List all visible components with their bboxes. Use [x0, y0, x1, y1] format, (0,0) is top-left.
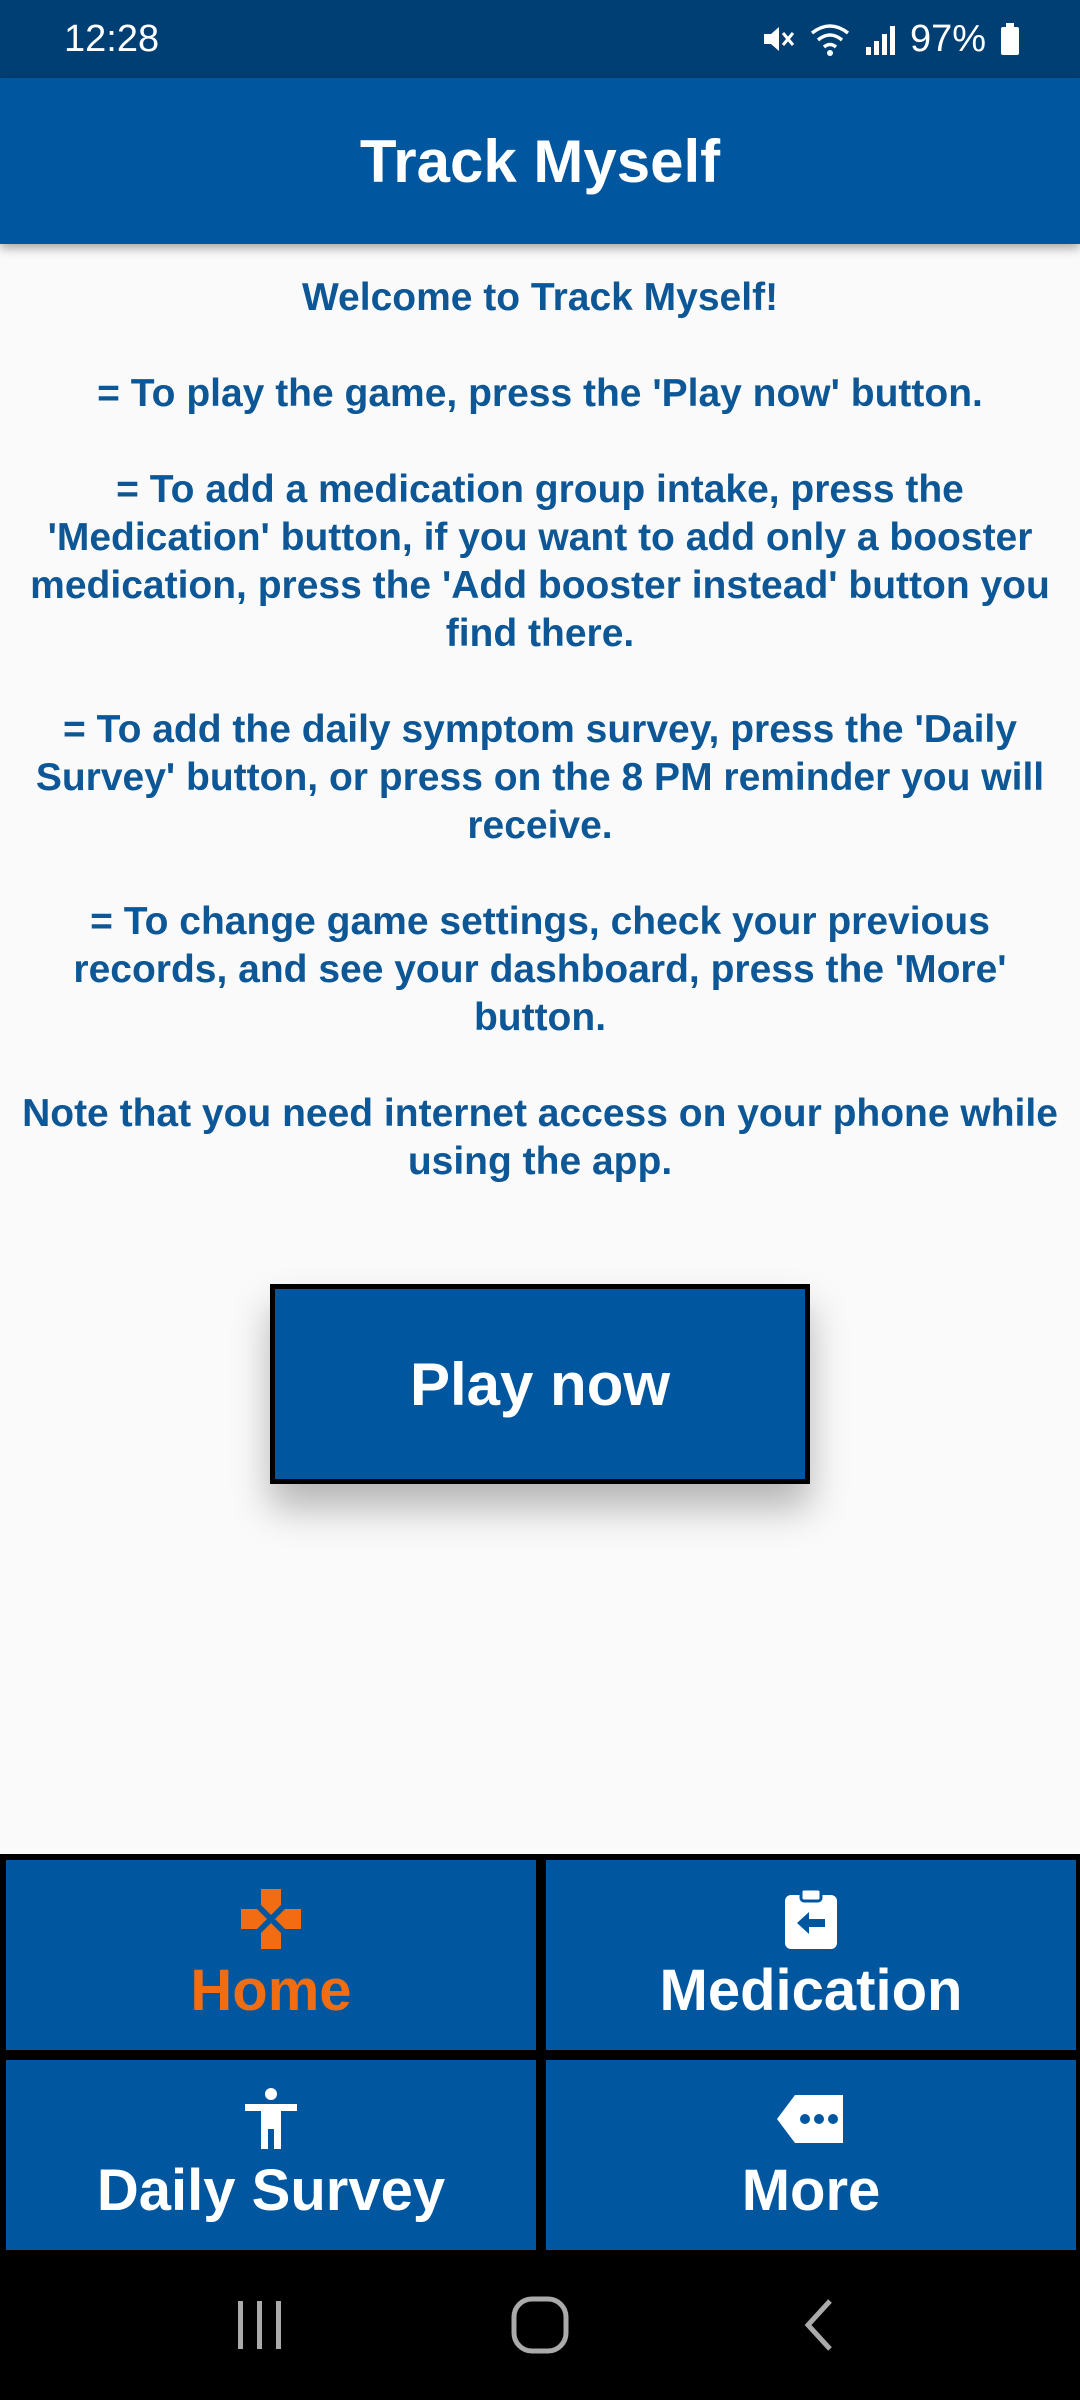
nav-medication-button[interactable]: Medication [546, 1860, 1076, 2050]
survey-instruction: = To add the daily symptom survey, press… [35, 708, 1045, 847]
settings-instruction: = To change game settings, check your pr… [73, 900, 1007, 1039]
app-bar: Track Myself [0, 78, 1080, 244]
recent-apps-button[interactable] [200, 2265, 320, 2385]
play-now-button[interactable]: Play now [270, 1284, 810, 1484]
nav-home-label: Home [190, 1957, 352, 2023]
internet-note: Note that you need internet access on yo… [22, 1092, 1058, 1183]
welcome-text: Welcome to Track Myself! [301, 276, 779, 319]
main-content: Welcome to Track Myself! = To play the g… [0, 244, 1080, 1854]
back-chevron-icon [804, 2299, 832, 2351]
play-instruction: = To play the game, press the 'Play now'… [97, 372, 983, 415]
nav-more-label: More [741, 2157, 881, 2223]
bottom-nav: Home Medication Daily Survey More [0, 1854, 1080, 2250]
mute-icon [760, 21, 796, 57]
recent-apps-icon [238, 2301, 281, 2349]
nav-daily-survey-label: Daily Survey [96, 2157, 446, 2223]
back-button[interactable] [760, 2265, 880, 2385]
battery-percent: 97% [909, 17, 986, 60]
more-tag-icon [775, 2087, 847, 2151]
status-time: 12:28 [64, 17, 160, 60]
medication-instruction: = To add a medication group intake, pres… [30, 468, 1050, 655]
instructions: Welcome to Track Myself! = To play the g… [20, 274, 1060, 1234]
signal-icon [864, 21, 896, 57]
home-circle-icon [511, 2296, 569, 2354]
battery-icon [1000, 21, 1020, 57]
status-icons: 97% [760, 18, 1020, 61]
status-bar: 12:28 97% [0, 0, 1080, 78]
clipboard-arrow-icon [783, 1887, 839, 1951]
app-title: Track Myself [359, 127, 721, 195]
gamepad-icon [239, 1887, 303, 1951]
wifi-icon [810, 21, 850, 57]
nav-medication-label: Medication [659, 1957, 963, 2023]
play-now-label: Play now [409, 1350, 671, 1418]
nav-daily-survey-button[interactable]: Daily Survey [6, 2060, 536, 2250]
system-nav-bar [0, 2250, 1080, 2400]
person-icon [243, 2087, 299, 2151]
home-system-button[interactable] [480, 2265, 600, 2385]
nav-more-button[interactable]: More [546, 2060, 1076, 2250]
nav-home-button[interactable]: Home [6, 1860, 536, 2050]
